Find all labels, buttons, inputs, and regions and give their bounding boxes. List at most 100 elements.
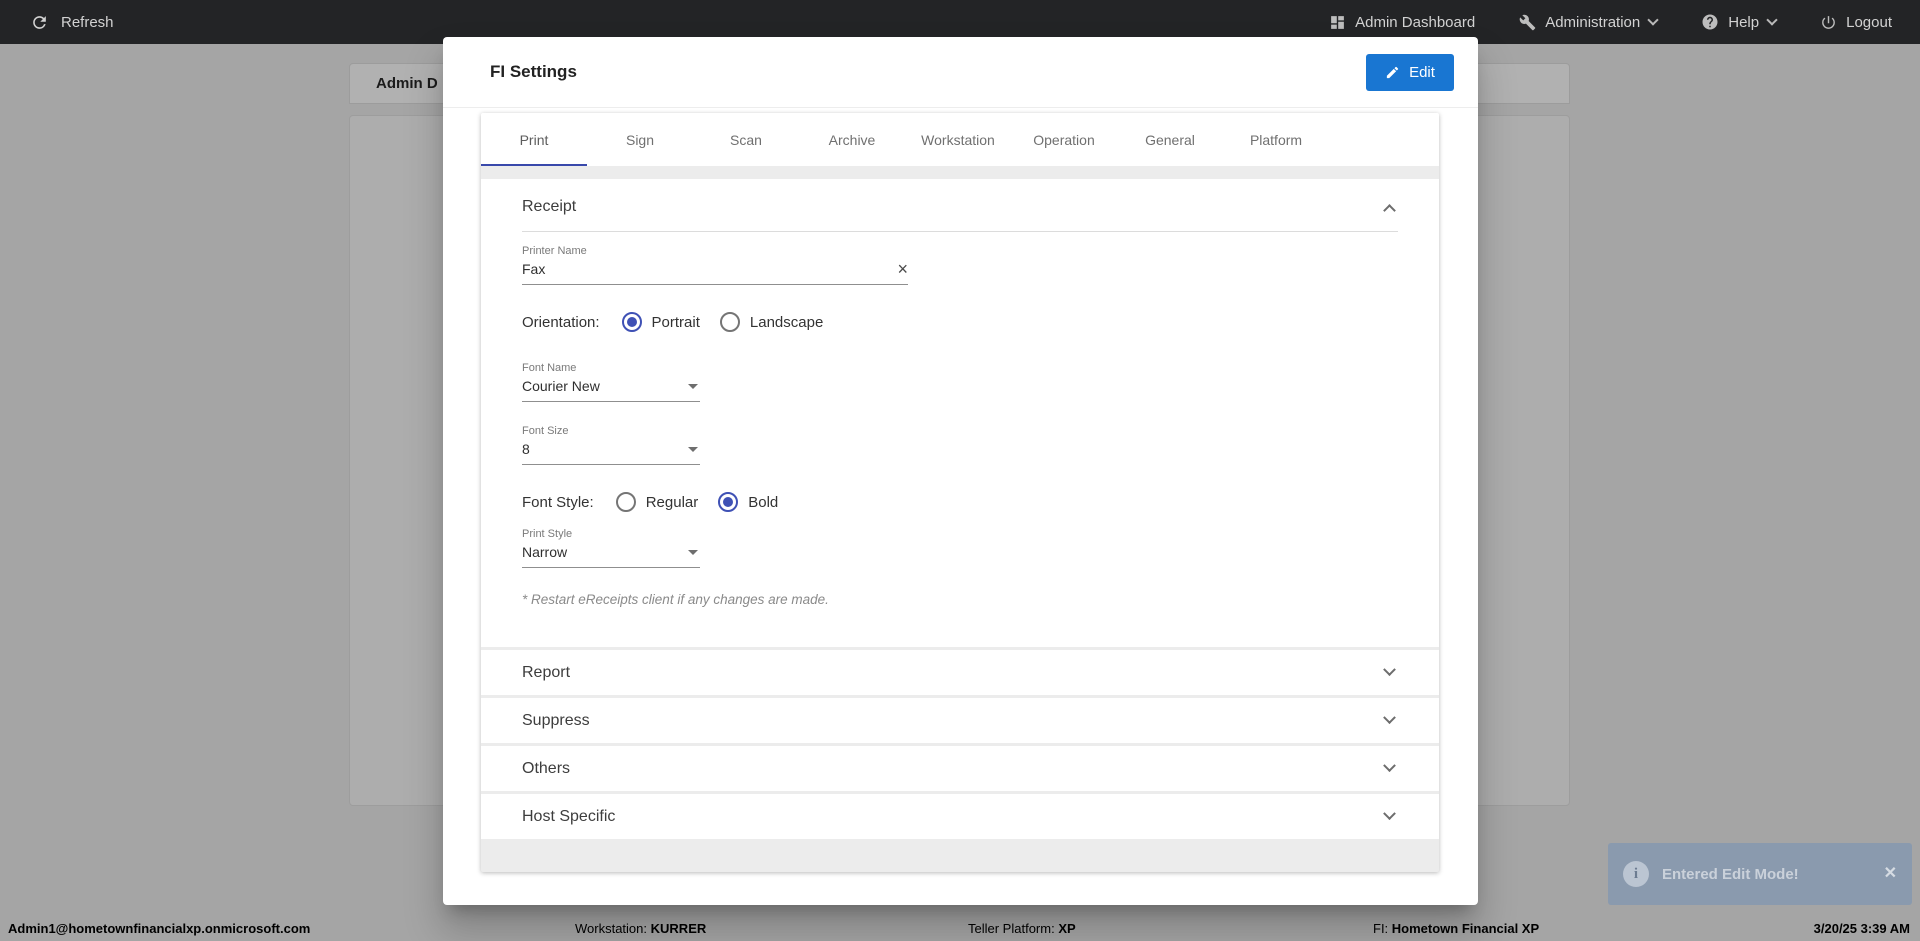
radio-bold-label: Bold <box>748 494 778 511</box>
refresh-icon <box>30 13 49 32</box>
accordion-suppress[interactable]: Suppress <box>481 698 1439 743</box>
nav-help-label: Help <box>1728 14 1759 31</box>
toast-message: Entered Edit Mode! <box>1662 866 1799 883</box>
accordion-others[interactable]: Others <box>481 746 1439 791</box>
tab-workstation[interactable]: Workstation <box>905 113 1011 166</box>
radio-regular-label: Regular <box>646 494 699 511</box>
dropdown-caret-icon <box>688 384 698 389</box>
accordion-report[interactable]: Report <box>481 650 1439 695</box>
dialog-title: FI Settings <box>490 62 577 82</box>
status-workstation: Workstation: KURRER <box>575 917 706 941</box>
wrench-icon <box>1519 14 1536 31</box>
divider <box>522 231 1398 232</box>
tab-archive[interactable]: Archive <box>799 113 905 166</box>
accordion-report-title: Report <box>522 664 570 682</box>
status-workstation-value: KURRER <box>651 921 707 936</box>
tab-general[interactable]: General <box>1117 113 1223 166</box>
dropdown-caret-icon <box>688 447 698 452</box>
top-nav-right: Admin Dashboard Administration Help Logo… <box>1329 13 1920 31</box>
chevron-down-icon <box>1766 14 1777 25</box>
font-name-select[interactable]: Courier New <box>522 374 700 402</box>
font-name-label: Font Name <box>522 362 1398 374</box>
accordion-host-specific[interactable]: Host Specific <box>481 794 1439 839</box>
printer-name-input[interactable]: Fax × <box>522 257 908 285</box>
nav-administration[interactable]: Administration <box>1519 14 1657 31</box>
tab-platform[interactable]: Platform <box>1223 113 1329 166</box>
tab-print[interactable]: Print <box>481 113 587 166</box>
radio-portrait[interactable]: Portrait <box>622 312 700 332</box>
orientation-label: Orientation: <box>522 314 600 331</box>
printer-name-label: Printer Name <box>522 245 1398 257</box>
edit-button-label: Edit <box>1409 64 1435 81</box>
radio-selected-icon <box>622 312 642 332</box>
tab-operation[interactable]: Operation <box>1011 113 1117 166</box>
pencil-icon <box>1385 65 1400 80</box>
power-icon <box>1820 14 1837 31</box>
refresh-label: Refresh <box>61 14 114 31</box>
status-bar: Admin1@hometownfinancialxp.onmicrosoft.c… <box>0 917 1920 941</box>
radio-landscape[interactable]: Landscape <box>720 312 823 332</box>
status-fi-label: FI: <box>1373 921 1388 936</box>
print-style-select[interactable]: Narrow <box>522 540 700 568</box>
radio-landscape-label: Landscape <box>750 314 823 331</box>
radio-selected-icon <box>718 492 738 512</box>
chevron-down-icon <box>1383 711 1396 724</box>
status-teller-value: XP <box>1058 921 1075 936</box>
status-teller-label: Teller Platform: <box>968 921 1055 936</box>
tab-scan[interactable]: Scan <box>693 113 799 166</box>
radio-portrait-label: Portrait <box>652 314 700 331</box>
nav-logout[interactable]: Logout <box>1820 14 1892 31</box>
status-workstation-label: Workstation: <box>575 921 647 936</box>
accordion-receipt-title: Receipt <box>522 198 576 216</box>
radio-bold[interactable]: Bold <box>718 492 778 512</box>
dashboard-icon <box>1329 14 1346 31</box>
chevron-down-icon <box>1648 14 1659 25</box>
chevron-down-icon <box>1383 663 1396 676</box>
status-teller-platform: Teller Platform: XP <box>968 917 1076 941</box>
nav-admin-dashboard[interactable]: Admin Dashboard <box>1329 14 1475 31</box>
chevron-down-icon <box>1383 807 1396 820</box>
accordion-host-specific-title: Host Specific <box>522 808 615 826</box>
nav-logout-label: Logout <box>1846 14 1892 31</box>
status-fi-value: Hometown Financial XP <box>1392 921 1539 936</box>
print-style-value: Narrow <box>522 544 688 560</box>
app-window: Refresh Admin Dashboard Administration H… <box>0 0 1920 941</box>
background-admin-tab-label: Admin D <box>376 75 438 92</box>
font-size-select[interactable]: 8 <box>522 437 700 465</box>
font-style-group: Font Style: Regular Bold <box>522 492 1398 512</box>
nav-administration-label: Administration <box>1545 14 1640 31</box>
radio-unselected-icon <box>616 492 636 512</box>
nav-admin-dashboard-label: Admin Dashboard <box>1355 14 1475 31</box>
accordion-receipt: Receipt Printer Name Fax × Orientation: … <box>481 179 1439 647</box>
restart-note: * Restart eReceipts client if any change… <box>522 592 1398 607</box>
dropdown-caret-icon <box>688 550 698 555</box>
refresh-button[interactable]: Refresh <box>0 13 114 32</box>
clear-icon[interactable]: × <box>897 262 908 276</box>
fi-settings-dialog: FI Settings Edit Print Sign Scan Archive… <box>443 37 1478 905</box>
status-timestamp: 3/20/25 3:39 AM <box>1814 917 1910 941</box>
status-user: Admin1@hometownfinancialxp.onmicrosoft.c… <box>8 917 310 941</box>
help-icon <box>1701 13 1719 31</box>
settings-tabs: Print Sign Scan Archive Workstation Oper… <box>481 113 1439 166</box>
tab-sign[interactable]: Sign <box>587 113 693 166</box>
accordion-list: Receipt Printer Name Fax × Orientation: … <box>481 166 1439 872</box>
accordion-receipt-header[interactable]: Receipt <box>522 179 1398 216</box>
dialog-header: FI Settings Edit <box>443 37 1478 108</box>
info-icon: i <box>1623 861 1649 887</box>
radio-regular[interactable]: Regular <box>616 492 699 512</box>
chevron-up-icon <box>1383 204 1396 217</box>
toast-notification: i Entered Edit Mode! ✕ <box>1608 843 1912 905</box>
edit-button[interactable]: Edit <box>1366 54 1454 91</box>
font-size-value: 8 <box>522 441 688 457</box>
toast-close-icon[interactable]: ✕ <box>1884 866 1897 882</box>
print-style-label: Print Style <box>522 528 1398 540</box>
font-style-label: Font Style: <box>522 494 594 511</box>
accordion-others-title: Others <box>522 760 570 778</box>
font-size-label: Font Size <box>522 425 1398 437</box>
orientation-group: Orientation: Portrait Landscape <box>522 312 1398 332</box>
nav-help[interactable]: Help <box>1701 13 1776 31</box>
status-fi: FI: Hometown Financial XP <box>1373 917 1539 941</box>
printer-name-value: Fax <box>522 261 897 277</box>
radio-unselected-icon <box>720 312 740 332</box>
chevron-down-icon <box>1383 759 1396 772</box>
